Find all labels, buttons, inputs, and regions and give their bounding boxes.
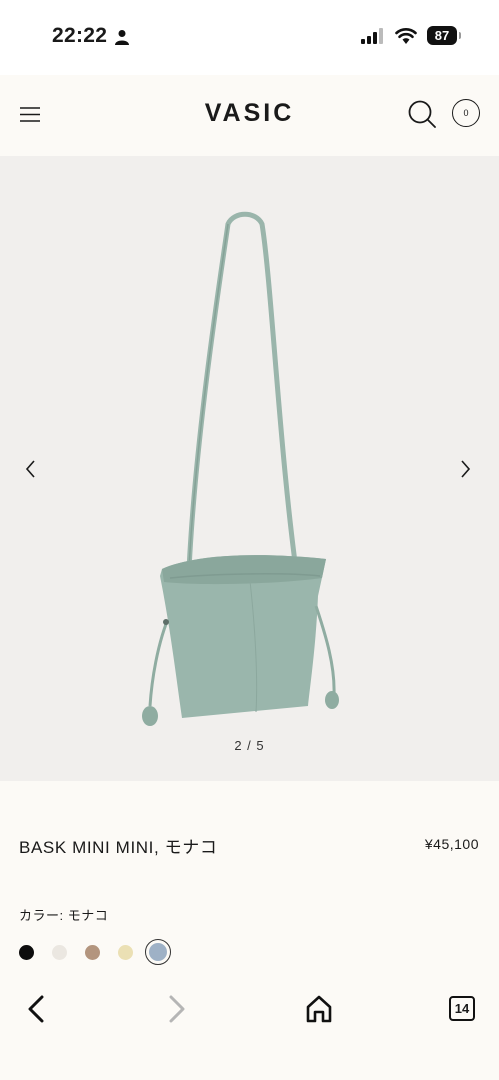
status-time: 22:22 (52, 24, 108, 47)
status-bar: 22:22 87 (0, 0, 499, 75)
product-info: BASK MINI MINI, モナコ ¥45,100 カラー: モナコ (0, 781, 499, 980)
swatch-black[interactable] (19, 945, 34, 960)
cart-icon[interactable]: 0 (452, 99, 480, 127)
image-counter: 2 / 5 (234, 738, 265, 753)
home-icon[interactable] (305, 994, 333, 1024)
cart-count: 0 (463, 108, 469, 118)
color-swatches (19, 939, 219, 966)
battery-level: 87 (434, 28, 450, 43)
swatch-monaco-selected[interactable] (145, 939, 171, 965)
search-icon[interactable] (406, 98, 438, 130)
product-name: BASK MINI MINI, モナコ (19, 838, 218, 857)
tabs-icon[interactable]: 14 (449, 996, 475, 1021)
forward-icon[interactable] (165, 994, 189, 1024)
wifi-icon (395, 28, 417, 44)
back-icon[interactable] (24, 994, 48, 1024)
color-label: カラー: モナコ (19, 908, 109, 923)
battery-icon: 87 (427, 26, 461, 45)
site-header: VASIC 0 (0, 75, 499, 156)
person-icon (115, 30, 129, 45)
signal-icon (361, 27, 383, 44)
chevron-left-icon[interactable] (22, 458, 40, 480)
swatch-taupe[interactable] (85, 945, 100, 960)
chevron-right-icon[interactable] (456, 458, 474, 480)
product-photo[interactable] (130, 206, 360, 736)
swatch-cream[interactable] (118, 945, 133, 960)
tab-count: 14 (454, 1001, 470, 1016)
status-indicators: 87 (361, 26, 461, 45)
swatch-off-white[interactable] (52, 945, 67, 960)
product-gallery[interactable]: 2 / 5 (0, 156, 499, 781)
browser-toolbar: 14 (0, 980, 499, 1080)
product-price: ¥45,100 (424, 836, 479, 852)
